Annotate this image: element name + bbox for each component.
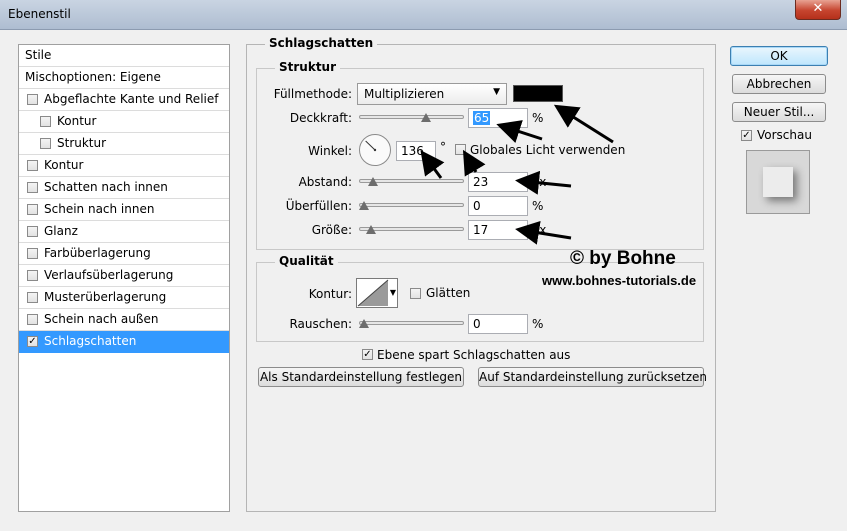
dialog-body: Stile Mischoptionen: Eigene Abgeflachte Ka… xyxy=(6,30,841,525)
window-title: Ebenenstil xyxy=(8,7,71,21)
close-button[interactable]: ✕ xyxy=(795,0,841,20)
annotation-arrows xyxy=(420,104,614,245)
watermark-copyright: © by Bohne xyxy=(570,248,676,269)
watermark-url: www.bohnes-tutorials.de xyxy=(542,273,697,288)
title-bar: Ebenenstil xyxy=(0,0,847,30)
close-icon: ✕ xyxy=(812,1,824,16)
